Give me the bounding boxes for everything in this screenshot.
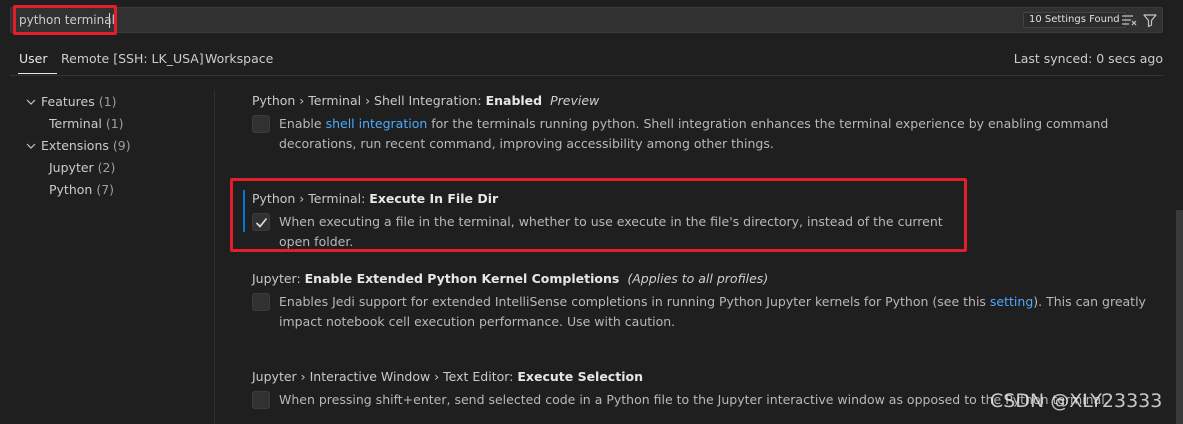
toc-item-terminal[interactable]: Terminal (1)	[49, 116, 124, 131]
toc-item-count: (1)	[98, 94, 117, 109]
setting-name: Enable Extended Python Kernel Completion…	[304, 271, 620, 286]
setting-link[interactable]: setting	[990, 294, 1033, 309]
toc-item-label: Extensions	[41, 138, 109, 153]
extended-completions-checkbox[interactable]	[252, 293, 270, 311]
execute-in-file-dir-checkbox[interactable]	[252, 213, 270, 231]
settings-editor: 10 Settings Found User Remote [SSH: LK_U…	[0, 0, 1183, 424]
vertical-scrollbar[interactable]	[1176, 210, 1183, 424]
watermark: CSDN @XLY23333	[990, 390, 1163, 412]
preview-tag: Preview	[550, 93, 600, 108]
toc-item-count: (2)	[97, 160, 116, 175]
chevron-down-icon[interactable]	[25, 140, 37, 152]
setting-category: Jupyter:	[252, 271, 305, 286]
chevron-down-icon[interactable]	[25, 96, 37, 108]
desc-text: Enable	[279, 116, 326, 131]
text-caret	[109, 13, 110, 28]
toc-item-count: (7)	[96, 182, 115, 197]
toc-item-label: Jupyter	[49, 160, 94, 175]
setting-name: Execute Selection	[517, 369, 643, 384]
toc-item-label: Python	[49, 182, 93, 197]
toc-item-features[interactable]: Features (1)	[41, 94, 116, 109]
filter-icon[interactable]	[1142, 12, 1158, 28]
toc-item-count: (1)	[105, 116, 124, 131]
toc-item-label: Features	[41, 94, 95, 109]
setting-name: Enabled	[485, 93, 543, 108]
setting-description: Enable shell integration for the termina…	[279, 114, 1149, 154]
scope-tag: (Applies to all profiles)	[627, 271, 769, 286]
setting-title: Python › Terminal › Shell Integration: E…	[252, 93, 599, 108]
toc-divider	[214, 90, 215, 424]
desc-text: Enables Jedi support for extended Intell…	[279, 294, 990, 309]
check-icon	[255, 217, 268, 228]
tab-user[interactable]: User	[19, 51, 48, 66]
setting-description: Enables Jedi support for extended Intell…	[279, 292, 1149, 332]
shell-integration-checkbox[interactable]	[252, 115, 270, 133]
active-tab-indicator	[18, 73, 57, 74]
tab-remote[interactable]: Remote [SSH: LK_USA]	[61, 51, 204, 66]
sync-status: Last synced: 0 secs ago	[1013, 51, 1163, 66]
toc-item-python[interactable]: Python (7)	[49, 182, 114, 197]
toc-item-jupyter[interactable]: Jupyter (2)	[49, 160, 115, 175]
results-count-badge: 10 Settings Found	[1023, 12, 1126, 28]
settings-search-bar: 10 Settings Found	[10, 5, 1163, 35]
toc-item-extensions[interactable]: Extensions (9)	[41, 138, 131, 153]
setting-title: Python › Terminal: Execute In File Dir	[252, 191, 498, 206]
setting-category: Jupyter › Interactive Window › Text Edit…	[252, 369, 518, 384]
setting-title: Jupyter › Interactive Window › Text Edit…	[252, 369, 643, 384]
setting-name: Execute In File Dir	[369, 191, 499, 206]
execute-selection-checkbox[interactable]	[252, 391, 270, 409]
toc-item-label: Terminal	[49, 116, 102, 131]
shell-integration-link[interactable]: shell integration	[326, 116, 428, 131]
toc-item-count: (9)	[112, 138, 131, 153]
settings-search-input[interactable]	[11, 8, 1011, 32]
clear-filter-icon[interactable]	[1121, 13, 1137, 27]
tab-workspace[interactable]: Workspace	[205, 51, 273, 66]
focused-setting-indicator	[243, 190, 245, 232]
setting-category: Python › Terminal:	[252, 191, 370, 206]
setting-category: Python › Terminal › Shell Integration:	[252, 93, 486, 108]
header-divider	[10, 75, 1163, 76]
setting-description: When executing a file in the terminal, w…	[279, 214, 943, 249]
setting-title: Jupyter: Enable Extended Python Kernel C…	[252, 271, 768, 286]
